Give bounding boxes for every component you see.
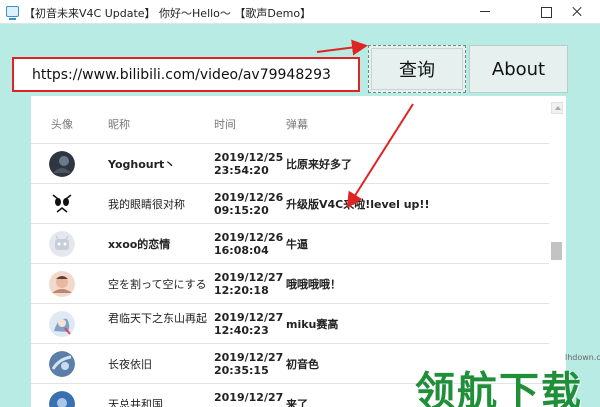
row-message: 初音色 — [286, 358, 319, 371]
row-message: 牛逼 — [286, 238, 308, 251]
row-nickname: 君临天下之东山再起 — [108, 312, 207, 325]
row-clock: 20:35:15 — [214, 364, 269, 377]
row-message: miku赛高 — [286, 318, 339, 331]
user-avatar — [49, 311, 75, 337]
table-row[interactable]: Yoghourt丶 2019/12/25 23:54:20 比原来好多了 — [31, 143, 549, 183]
user-avatar — [49, 151, 75, 177]
row-nickname: 天总井和国 — [108, 398, 163, 407]
row-clock: 09:15:20 — [214, 204, 269, 217]
row-nickname: xxoo的恋情 — [108, 238, 171, 251]
scroll-up-arrow-icon[interactable] — [551, 102, 563, 114]
row-time: 2019/12/27 20:35:15 — [214, 351, 283, 377]
app-icon — [6, 6, 19, 20]
row-date: 2019/12/26 — [214, 231, 284, 244]
row-date: 2019/12/27 — [214, 311, 284, 324]
row-clock: 16:08:04 — [214, 244, 269, 257]
row-time: 2019/12/25 23:54:20 — [214, 151, 283, 177]
watermark: lhdown.com 领航下载 — [415, 353, 600, 407]
query-button[interactable]: 查询 — [368, 45, 466, 93]
header-time: 时间 — [214, 118, 236, 131]
table-row[interactable]: 君临天下之东山再起 2019/12/27 12:40:23 miku赛高 — [31, 303, 549, 343]
window-title: 【初音未来V4C Update】 你好～Hello～ 【歌声Demo】 — [24, 7, 312, 20]
header-message: 弹幕 — [286, 118, 308, 131]
row-nickname: 我的眼睛很对称 — [108, 198, 185, 211]
row-clock: 12:40:23 — [214, 324, 269, 337]
scroll-thumb[interactable] — [551, 242, 562, 260]
row-time: 2019/12/27 12:20:18 — [214, 271, 283, 297]
user-avatar — [49, 231, 75, 257]
table-row[interactable]: 空を割って空にする 2019/12/27 12:20:18 哦哦哦哦！ — [31, 263, 549, 303]
arrow-to-query-button — [316, 39, 368, 56]
user-avatar — [49, 191, 75, 217]
row-nickname: 空を割って空にする — [108, 278, 207, 291]
url-field[interactable] — [12, 57, 360, 92]
row-nickname: Yoghourt丶 — [108, 158, 176, 171]
header-avatar: 头像 — [51, 118, 73, 131]
url-input[interactable] — [14, 59, 358, 90]
user-avatar — [49, 351, 75, 377]
about-button[interactable]: About — [469, 45, 568, 93]
row-date: 2019/12/27 — [214, 271, 284, 284]
row-clock: 12:20:18 — [214, 284, 269, 297]
row-message: 比原来好多了 — [286, 158, 352, 171]
row-clock: 23:54:20 — [214, 164, 269, 177]
table-row[interactable]: 我的眼睛很对称 2019/12/26 09:15:20 升级版V4C来啦!leve… — [31, 183, 549, 223]
watermark-brand: 领航下载 — [415, 369, 583, 407]
title-bar: 【初音未来V4C Update】 你好～Hello～ 【歌声Demo】 — [0, 0, 600, 24]
row-message: 来了 — [286, 398, 308, 407]
row-date: 2019/12/26 — [214, 191, 284, 204]
table-row[interactable]: xxoo的恋情 2019/12/26 16:08:04 牛逼 — [31, 223, 549, 263]
close-button[interactable] — [554, 0, 600, 24]
header-nickname: 昵称 — [108, 118, 130, 131]
row-date: 2019/12/27 — [214, 391, 284, 404]
row-time: 2019/12/26 09:15:20 — [214, 191, 283, 217]
minimize-button[interactable] — [462, 0, 508, 24]
row-date: 2019/12/27 — [214, 351, 284, 364]
row-nickname: 长夜依旧 — [108, 358, 152, 371]
table-header: 头像 昵称 时间 弹幕 — [31, 96, 549, 143]
row-message: 升级版V4C来啦!level up!! — [286, 198, 430, 211]
user-avatar — [49, 271, 75, 297]
row-time: 2019/12/26 16:08:04 — [214, 231, 283, 257]
row-date: 2019/12/25 — [214, 151, 284, 164]
row-message: 哦哦哦哦！ — [286, 278, 341, 291]
row-time: 2019/12/27 12:40:23 — [214, 311, 283, 337]
row-time: 2019/12/27 — [214, 391, 283, 404]
user-avatar — [49, 391, 75, 407]
